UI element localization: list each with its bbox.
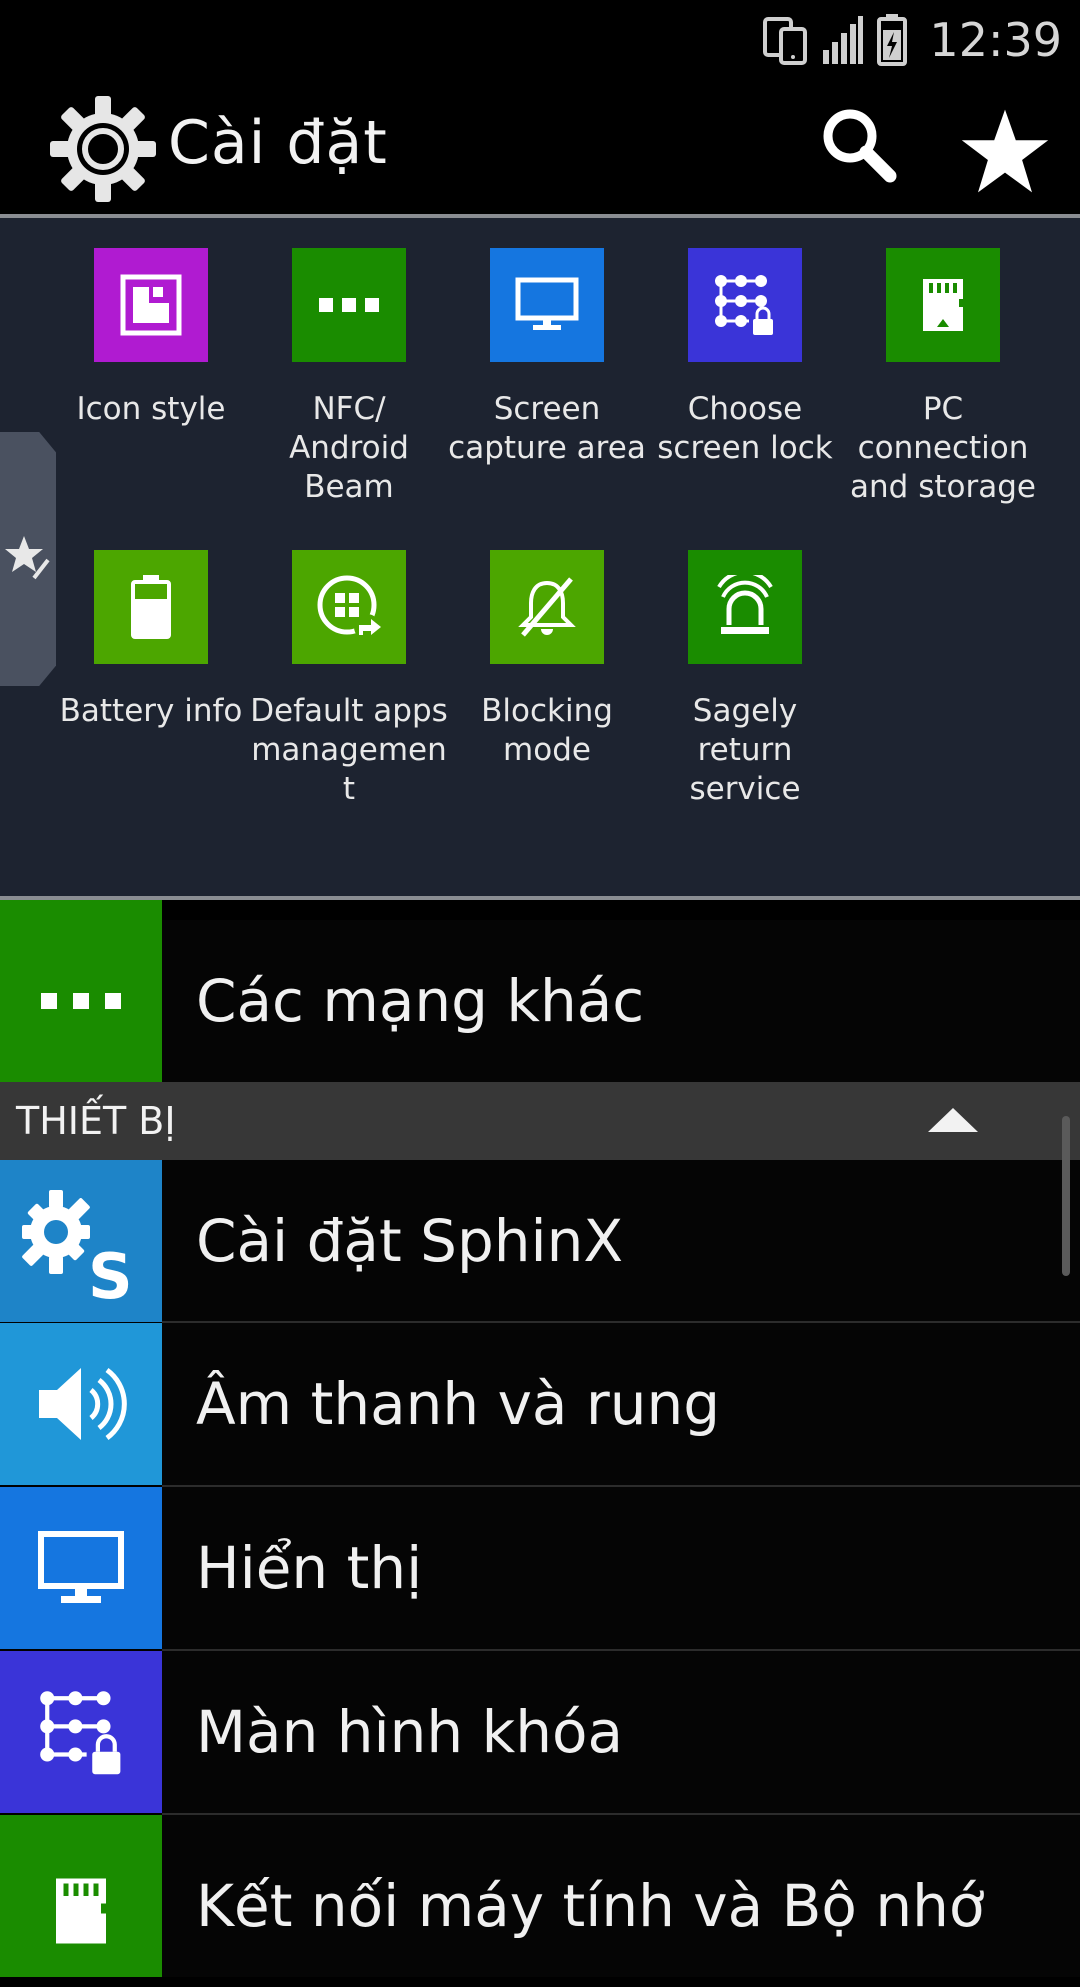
- list-item-label: Âm thanh và rung: [196, 1370, 721, 1438]
- tile: [490, 248, 604, 362]
- more-dots-icon: [319, 298, 379, 312]
- tile: [688, 550, 802, 664]
- row-icon-tile: [0, 1815, 162, 1977]
- list-item-lock-screen[interactable]: Màn hình khóa: [0, 1651, 1080, 1813]
- tile-label: Default apps managemen t: [250, 693, 448, 807]
- list-item-sound[interactable]: Âm thanh và rung: [0, 1323, 1080, 1485]
- monitor-icon: [38, 1531, 124, 1603]
- quick-settings-panel: Icon style NFC/ Android Beam Screen capt…: [0, 218, 1080, 898]
- tile: [490, 550, 604, 664]
- quick-setting-battery-info[interactable]: Battery info: [52, 550, 250, 731]
- svg-text:S: S: [88, 1240, 133, 1306]
- tile: [94, 550, 208, 664]
- scrollbar[interactable]: [1062, 1116, 1070, 1276]
- siren-icon: [717, 575, 773, 634]
- quick-setting-default-apps[interactable]: Default apps managemen t: [250, 550, 448, 809]
- edit-favorites-icon: [5, 536, 50, 580]
- tile: [688, 248, 802, 362]
- sd-card-icon: [56, 1878, 106, 1944]
- battery-icon: [131, 575, 171, 639]
- row-icon-tile: [0, 1487, 162, 1649]
- tile-label: NFC/ Android Beam: [289, 391, 409, 505]
- tile-label: PC connection and storage: [850, 391, 1036, 505]
- quick-setting-screen-capture[interactable]: Screen capture area: [448, 248, 646, 468]
- tile-label: Blocking mode: [481, 693, 613, 768]
- tile-label: Battery info: [59, 693, 243, 729]
- quick-setting-nfc[interactable]: NFC/ Android Beam: [250, 248, 448, 507]
- list-item-display[interactable]: Hiển thị: [0, 1487, 1080, 1649]
- row-icon-tile: [0, 920, 162, 1082]
- tile-label: Sagely return service: [689, 693, 801, 807]
- tile-label: Icon style: [76, 391, 226, 427]
- quick-setting-blocking-mode[interactable]: Blocking mode: [448, 550, 646, 770]
- tile-label: Screen capture area: [448, 391, 646, 466]
- row-icon-tile: S: [0, 1160, 162, 1322]
- list-item-label: Các mạng khác: [196, 967, 645, 1035]
- list-item-label: Cài đặt SphinX: [196, 1207, 624, 1275]
- battery-charging-icon: [877, 14, 908, 66]
- search-icon[interactable]: [820, 106, 900, 186]
- quick-setting-icon-style[interactable]: Icon style: [52, 248, 250, 429]
- pattern-lock-icon: [40, 1691, 121, 1775]
- row-icon-tile: [0, 1323, 162, 1485]
- default-apps-icon: [317, 575, 381, 640]
- pattern-lock-icon: [715, 275, 773, 335]
- sd-card-icon: [923, 279, 963, 331]
- quick-setting-pc-connection[interactable]: PC connection and storage: [844, 248, 1042, 507]
- row-icon-tile: [0, 1651, 162, 1813]
- edit-favorites-tab[interactable]: [0, 432, 56, 686]
- screen-mirroring-icon: [763, 17, 808, 65]
- status-bar: 12:39: [0, 0, 1080, 80]
- quick-setting-screen-lock[interactable]: Choose screen lock: [646, 248, 844, 468]
- settings-gear-icon[interactable]: [48, 94, 158, 204]
- list-item-label: Hiển thị: [196, 1534, 423, 1602]
- more-dots-icon: [41, 993, 121, 1009]
- icon-style-icon: [120, 274, 182, 336]
- sphinx-settings-icon: S: [22, 1190, 133, 1306]
- page-title: Cài đặt: [168, 108, 388, 178]
- tile-label: Choose screen lock: [657, 391, 833, 466]
- section-header-device[interactable]: THIẾT BỊ: [0, 1082, 1080, 1160]
- list-edge-strip: [0, 900, 162, 920]
- clock: 12:39: [929, 13, 1062, 67]
- monitor-icon: [515, 277, 579, 330]
- list-item-other-networks[interactable]: Các mạng khác: [0, 920, 1080, 1082]
- tile: [886, 248, 1000, 362]
- tile: [292, 248, 406, 362]
- favorites-star-icon[interactable]: [960, 106, 1050, 196]
- tile: [292, 550, 406, 664]
- list-item-sphinx-settings[interactable]: S Cài đặt SphinX: [0, 1160, 1080, 1322]
- bell-off-icon: [518, 577, 576, 637]
- list-item-label: Kết nối máy tính và Bộ nhớ: [196, 1872, 985, 1940]
- collapse-up-icon[interactable]: [926, 1104, 980, 1136]
- list-item-label: Màn hình khóa: [196, 1698, 623, 1766]
- list-item-pc-connection[interactable]: Kết nối máy tính và Bộ nhớ: [0, 1815, 1080, 1977]
- tile: [94, 248, 208, 362]
- divider: [0, 896, 1080, 900]
- status-icons: 12:39: [763, 10, 1062, 70]
- section-title: THIẾT BỊ: [16, 1099, 176, 1143]
- action-bar: Cài đặt: [0, 80, 1080, 214]
- quick-setting-sagely-return[interactable]: Sagely return service: [646, 550, 844, 809]
- signal-icon: [823, 16, 864, 64]
- speaker-icon: [39, 1367, 127, 1441]
